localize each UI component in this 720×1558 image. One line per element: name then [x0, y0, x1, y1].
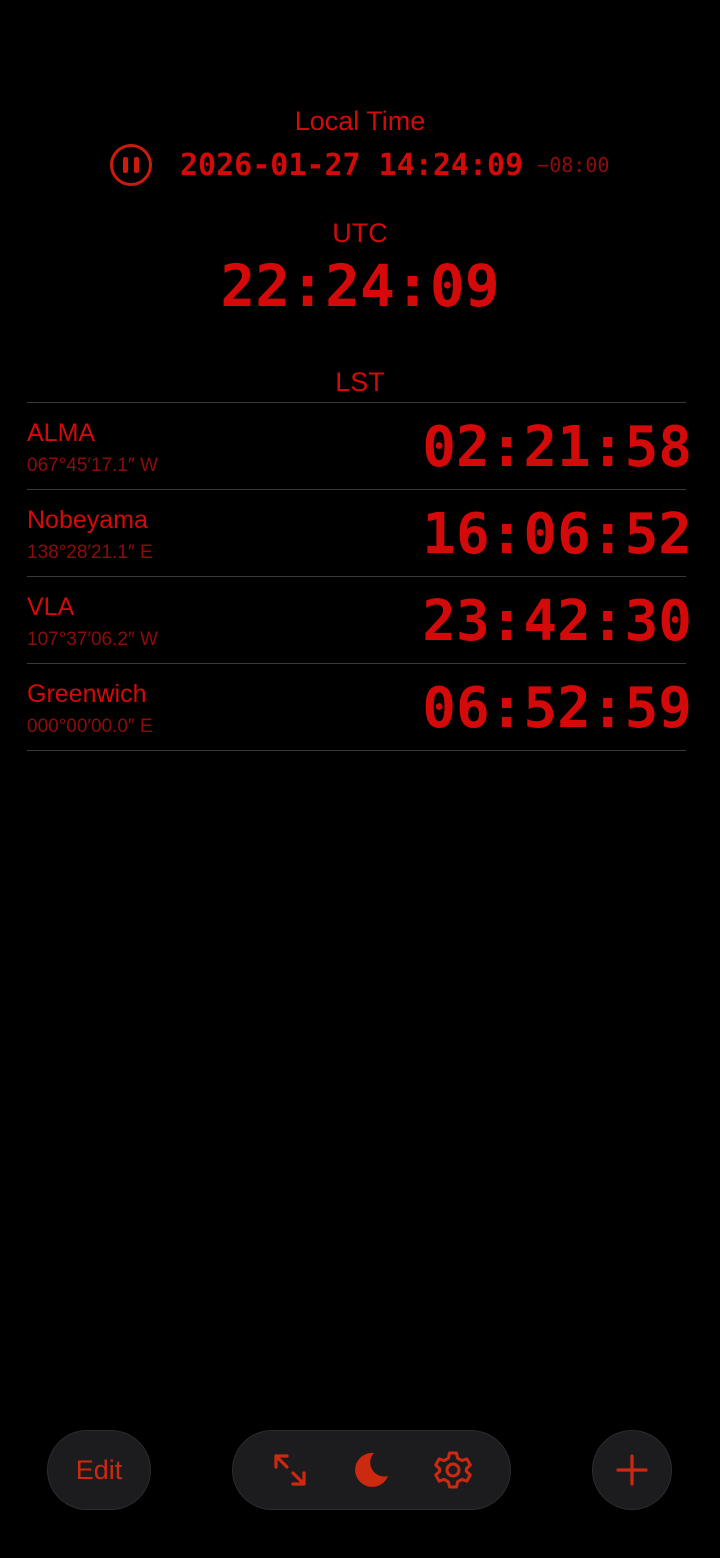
utc-label: UTC: [332, 218, 388, 248]
site-name: Nobeyama: [27, 506, 148, 534]
site-lst-time: 02:21:58: [422, 415, 692, 480]
lst-site-row-greenwich[interactable]: Greenwich 000°00′00.0″ E 06:52:59: [27, 664, 692, 751]
lst-site-row-vla[interactable]: VLA 107°37′06.2″ W 23:42:30: [27, 577, 692, 664]
site-longitude: 067°45′17.1″ W: [27, 455, 158, 476]
local-time-label: Local Time: [294, 106, 426, 136]
site-longitude: 107°37′06.2″ W: [27, 629, 158, 650]
site-lst-time: 23:42:30: [422, 589, 692, 654]
toolbar-center-group: [232, 1430, 511, 1510]
lst-site-row-alma[interactable]: ALMA 067°45′17.1″ W 02:21:58: [27, 403, 692, 490]
add-site-button[interactable]: [592, 1430, 672, 1510]
site-name: VLA: [27, 593, 75, 621]
local-time-row: 2026-01-27 14:24:09 −08:00: [110, 140, 609, 190]
local-utc-offset: −08:00: [537, 153, 610, 177]
site-lst-time: 16:06:52: [422, 502, 692, 567]
site-longitude: 000°00′00.0″ E: [27, 716, 153, 737]
lst-site-list: ALMA 067°45′17.1″ W 02:21:58 Nobeyama 13…: [27, 402, 692, 751]
gear-icon[interactable]: [431, 1448, 475, 1492]
site-lst-time: 06:52:59: [422, 676, 692, 741]
pause-icon: [123, 157, 128, 173]
site-name: Greenwich: [27, 680, 147, 708]
site-longitude: 138°28′21.1″ E: [27, 542, 153, 563]
lst-label: LST: [335, 367, 385, 397]
local-datetime: 2026-01-27 14:24:09: [180, 147, 524, 183]
utc-time: 22:24:09: [220, 252, 500, 320]
site-name: ALMA: [27, 419, 96, 447]
plus-icon: [616, 1454, 648, 1486]
pause-icon-bar: [134, 157, 139, 173]
lst-site-row-nobeyama[interactable]: Nobeyama 138°28′21.1″ E 16:06:52: [27, 490, 692, 577]
pause-button[interactable]: [110, 144, 152, 186]
edit-button[interactable]: Edit: [47, 1430, 151, 1510]
moon-icon[interactable]: [349, 1448, 393, 1492]
expand-icon[interactable]: [268, 1448, 312, 1492]
